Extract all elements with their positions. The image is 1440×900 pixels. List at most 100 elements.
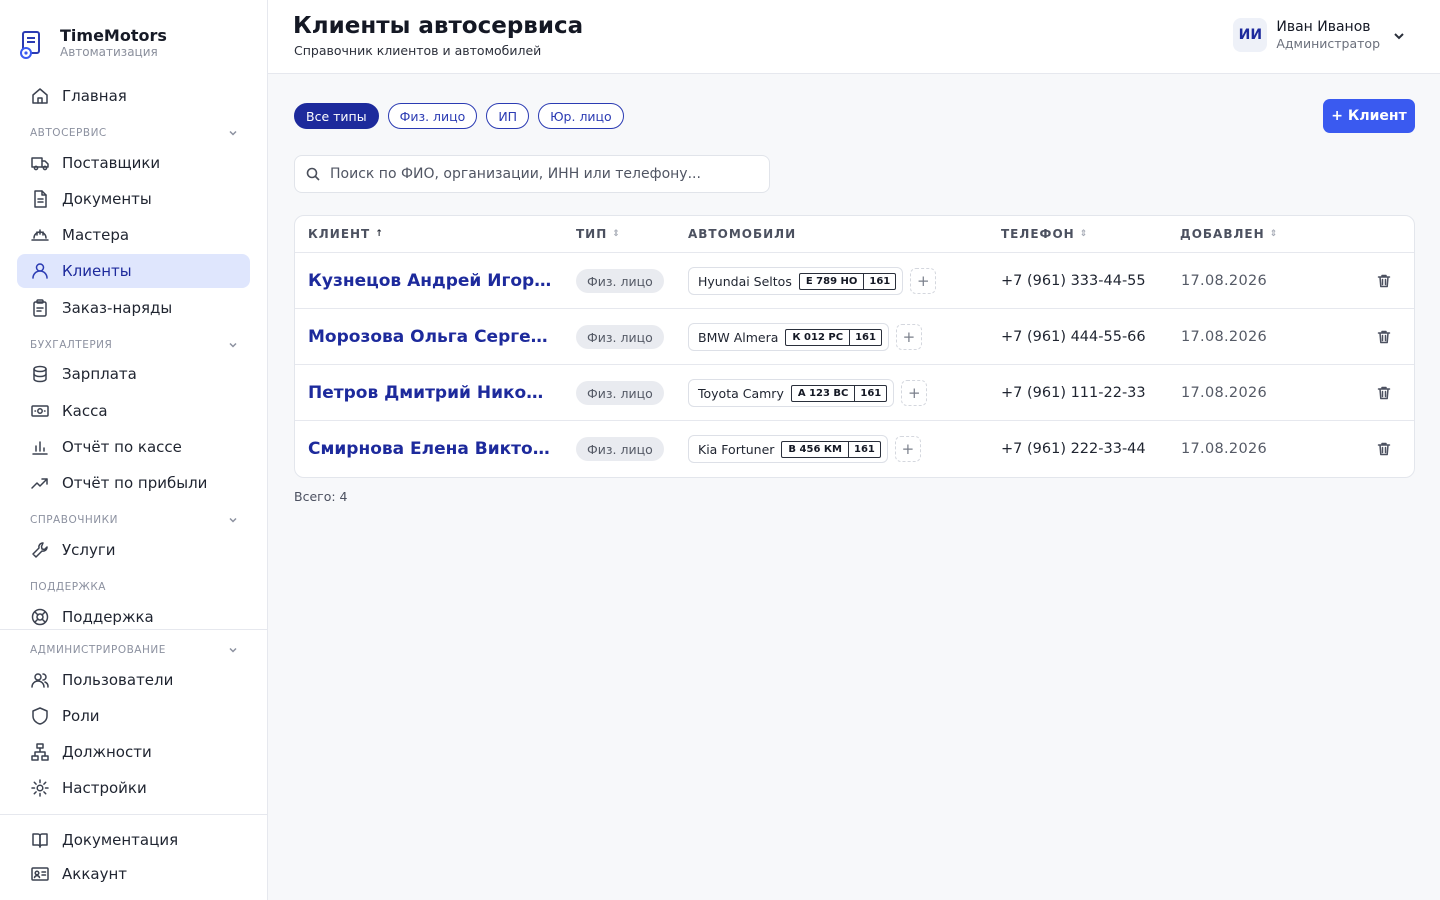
type-badge: Физ. лицо xyxy=(576,437,664,461)
add-client-button[interactable]: + Клиент xyxy=(1323,99,1415,133)
client-name-link[interactable]: Петров Дмитрий Николаевич xyxy=(308,383,554,403)
clients-table: КЛИЕНТ ↑ ТИП ⇕ АВТОМОБИЛИ ТЕЛЕФОН ⇕ ДОБАВЛЕ… xyxy=(294,215,1415,478)
section-label: ПОДДЕРЖКА xyxy=(30,581,106,593)
nav-label: Роли xyxy=(62,707,100,725)
topbar: Клиенты автосервиса Справочник клиентов … xyxy=(268,0,1440,74)
type-badge: Физ. лицо xyxy=(576,269,664,293)
add-car-button[interactable]: + xyxy=(910,268,937,294)
date-added: 17.08.2026 xyxy=(1181,329,1268,345)
trash-icon[interactable] xyxy=(1376,441,1392,457)
nav-item-cash[interactable]: Касса xyxy=(17,394,250,428)
nav-item-suppliers[interactable]: Поставщики xyxy=(17,146,250,180)
page-title: Клиенты автосервиса xyxy=(293,13,584,39)
section-references[interactable]: СПРАВОЧНИКИ xyxy=(30,514,238,526)
column-header-added[interactable]: ДОБАВЛЕН ⇕ xyxy=(1180,227,1277,241)
trash-icon[interactable] xyxy=(1376,273,1392,289)
type-badge: Физ. лицо xyxy=(576,381,664,405)
brand[interactable]: TimeMotors Автоматизация xyxy=(18,26,167,60)
nav-item-users[interactable]: Пользователи xyxy=(17,663,250,697)
trash-icon[interactable] xyxy=(1376,329,1392,345)
column-label: ТИП xyxy=(576,227,608,241)
table-row[interactable]: Морозова Ольга Сергеевна Физ. лицо BMW A… xyxy=(295,309,1414,365)
date-added: 17.08.2026 xyxy=(1181,273,1268,289)
plate-region: 161 xyxy=(855,331,876,343)
client-name-link[interactable]: Смирнова Елена Викторовна xyxy=(308,439,554,459)
trash-icon[interactable] xyxy=(1376,385,1392,401)
column-header-phone[interactable]: ТЕЛЕФОН ⇕ xyxy=(1001,227,1087,241)
nav-item-home[interactable]: Главная xyxy=(17,79,250,113)
chevron-down-icon xyxy=(1392,28,1406,42)
type-badge: Физ. лицо xyxy=(576,325,664,349)
nav-item-roles[interactable]: Роли xyxy=(17,699,250,733)
user-menu[interactable]: ИИ Иван Иванов Администратор xyxy=(1233,18,1406,52)
nav-item-clients[interactable]: Клиенты xyxy=(17,254,250,288)
type-filters: Все типы Физ. лицо ИП Юр. лицо xyxy=(294,103,633,129)
user-role: Администратор xyxy=(1276,35,1380,51)
car-chip[interactable]: BMW Almera К 012 РС 161 xyxy=(688,323,889,351)
plate-region: 161 xyxy=(869,275,891,287)
section-label: БУХГАЛТЕРИЯ xyxy=(30,339,113,351)
column-header-cars: АВТОМОБИЛИ xyxy=(688,227,796,241)
sort-icon: ⇕ xyxy=(1079,229,1088,239)
book-icon xyxy=(30,830,50,850)
table-row[interactable]: Петров Дмитрий Николаевич Физ. лицо Toyo… xyxy=(295,365,1414,421)
nav-label: Пользователи xyxy=(62,671,174,689)
column-header-client[interactable]: КЛИЕНТ ↑ xyxy=(308,227,383,241)
search-input[interactable] xyxy=(330,166,750,182)
filter-chip-individual[interactable]: Физ. лицо xyxy=(387,103,478,129)
table-row[interactable]: Кузнецов Андрей Игоревич Физ. лицо Hyund… xyxy=(295,253,1414,309)
nav-label: Документация xyxy=(62,831,179,849)
chevron-down-icon xyxy=(228,645,238,655)
search-icon xyxy=(306,167,320,181)
plate-number: К 012 РС xyxy=(786,329,851,345)
car-chip[interactable]: Hyundai Seltos Е 789 НО 161 xyxy=(688,267,904,295)
filter-chip-all[interactable]: Все типы xyxy=(294,103,379,129)
table-row[interactable]: Смирнова Елена Викторовна Физ. лицо Kia … xyxy=(295,421,1414,477)
nav-label: Настройки xyxy=(62,779,147,797)
nav-label: Документы xyxy=(62,190,152,208)
document-icon xyxy=(30,189,50,209)
license-plate: Е 789 НО 161 xyxy=(798,272,897,290)
column-label: КЛИЕНТ xyxy=(308,227,371,241)
bar-chart-icon xyxy=(30,437,50,457)
car-chip[interactable]: Toyota Camry А 123 ВС 161 xyxy=(688,379,895,407)
nav-label: Касса xyxy=(62,402,108,420)
nav-label: Мастера xyxy=(62,226,130,244)
car-chip[interactable]: Kia Fortuner В 456 КМ 161 xyxy=(688,435,888,463)
helmet-icon xyxy=(30,225,50,245)
add-car-button[interactable]: + xyxy=(895,324,922,350)
nav-item-cash-report[interactable]: Отчёт по кассе xyxy=(17,430,250,464)
nav-item-positions[interactable]: Должности xyxy=(17,735,250,769)
nav-item-account[interactable]: Аккаунт xyxy=(17,857,250,891)
total-count: Всего: 4 xyxy=(294,489,348,504)
phone: +7 (961) 333-44-55 xyxy=(1001,273,1146,289)
nav-item-masters[interactable]: Мастера xyxy=(17,218,250,252)
plate-number: А 123 ВС xyxy=(792,385,856,401)
client-name-link[interactable]: Морозова Ольга Сергеевна xyxy=(308,327,554,347)
coins-icon xyxy=(30,364,50,384)
client-name-link[interactable]: Кузнецов Андрей Игоревич xyxy=(308,271,554,291)
nav-item-services[interactable]: Услуги xyxy=(17,533,250,567)
column-label: АВТОМОБИЛИ xyxy=(688,227,797,241)
nav-item-profit-report[interactable]: Отчёт по прибыли xyxy=(17,466,250,500)
filter-chip-legal[interactable]: Юр. лицо xyxy=(538,103,624,129)
shield-icon xyxy=(30,706,50,726)
filter-chip-ip[interactable]: ИП xyxy=(486,103,530,129)
column-header-type[interactable]: ТИП ⇕ xyxy=(576,227,620,241)
section-admin[interactable]: АДМИНИСТРИРОВАНИЕ xyxy=(30,644,238,656)
user-name: Иван Иванов xyxy=(1276,18,1371,35)
nav-item-salary[interactable]: Зарплата xyxy=(17,357,250,391)
section-label: АДМИНИСТРИРОВАНИЕ xyxy=(30,644,166,656)
nav-item-settings[interactable]: Настройки xyxy=(17,771,250,805)
table-header: КЛИЕНТ ↑ ТИП ⇕ АВТОМОБИЛИ ТЕЛЕФОН ⇕ ДОБАВЛЕ… xyxy=(295,216,1414,253)
nav-item-orders[interactable]: Заказ-наряды xyxy=(17,291,250,325)
nav-label: Поставщики xyxy=(62,154,161,172)
section-accounting[interactable]: БУХГАЛТЕРИЯ xyxy=(30,339,238,351)
nav-item-docs[interactable]: Документация xyxy=(17,823,250,857)
add-car-button[interactable]: + xyxy=(901,380,928,406)
nav-item-documents[interactable]: Документы xyxy=(17,182,250,216)
section-autoservice[interactable]: АВТОСЕРВИС xyxy=(30,127,238,139)
sidebar: TimeMotors Автоматизация Главная АВТОСЕР… xyxy=(0,0,268,900)
add-car-button[interactable]: + xyxy=(894,436,921,462)
section-label: СПРАВОЧНИКИ xyxy=(30,514,118,526)
